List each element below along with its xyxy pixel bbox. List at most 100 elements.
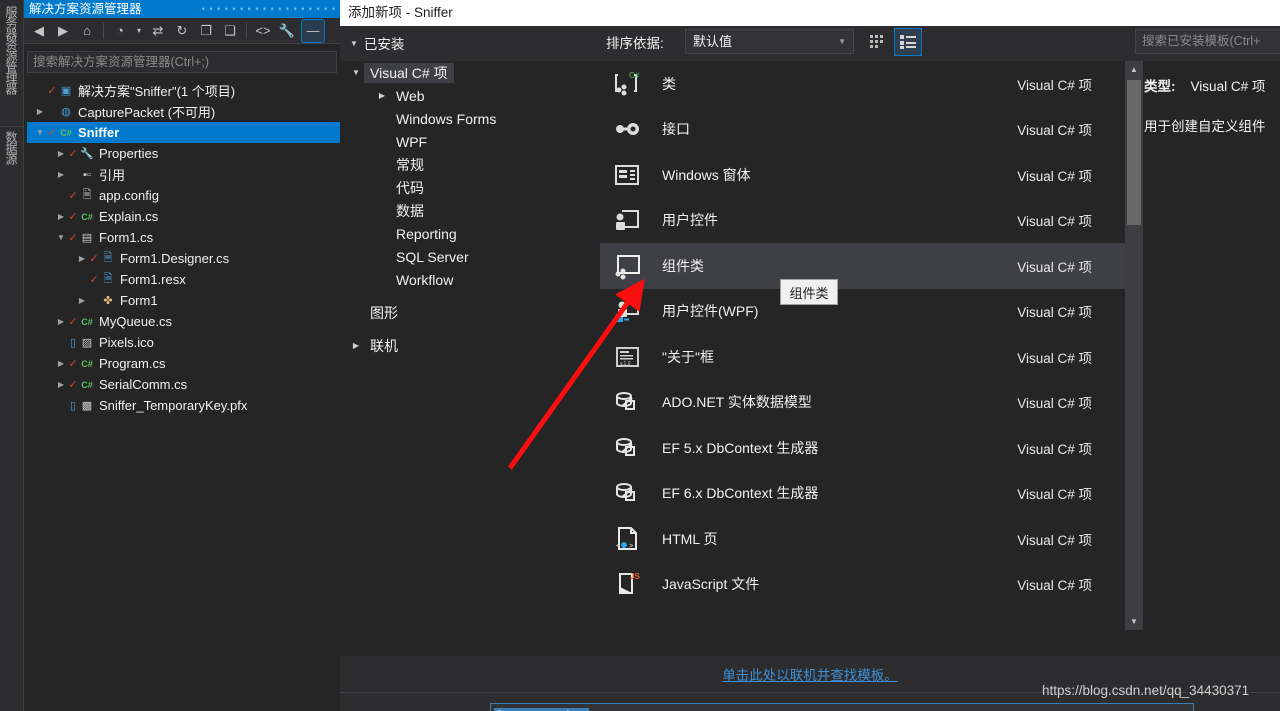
collapsed-arrow-icon[interactable]: ▶ [75, 254, 89, 263]
ef-dbcontext-icon [610, 432, 644, 464]
solution-tree-item[interactable]: ▶ ✤ Form1 [27, 290, 340, 311]
collapsed-arrow-icon[interactable]: ▶ [54, 359, 68, 368]
expanded-arrow-icon[interactable]: ▼ [33, 128, 47, 137]
template-list-item[interactable]: EF 5.x DbContext 生成器 Visual C# 项 [600, 425, 1134, 471]
solution-tree-item[interactable]: ▶ ✓ 🔧 Properties [27, 143, 340, 164]
checkmark-icon: ✓ [68, 190, 78, 202]
solution-tree-item[interactable]: ▶ ▪▫ 引用 [27, 164, 340, 185]
title-dots-decoration: • • • • • • • • • • • • • • • • • • [201, 4, 336, 14]
collapsed-arrow-icon[interactable]: ▶ [54, 170, 68, 179]
expanded-arrow-icon[interactable]: ▼ [348, 68, 364, 77]
file-type-icon: ▩ [81, 400, 93, 412]
template-list-item[interactable]: < > HTML 页 Visual C# 项 [600, 516, 1134, 562]
collapsed-arrow-icon[interactable]: ▶ [348, 341, 364, 350]
properties-icon[interactable]: 🔧 [276, 20, 298, 42]
solution-explorer-search-input[interactable]: 搜索解决方案资源管理器(Ctrl+;) [27, 51, 337, 73]
interface-icon [610, 113, 644, 145]
file-type-icon: ◍ [61, 106, 71, 118]
solution-tree-item-label: Pixels.ico [99, 335, 154, 350]
solution-tree-item[interactable]: ▼ ✓ ▤ Form1.cs [27, 227, 340, 248]
refresh-icon[interactable]: ↻ [171, 20, 193, 42]
template-list-scrollbar[interactable]: ▲ ▼ [1125, 61, 1143, 630]
home-icon[interactable]: ⌂ [76, 20, 98, 42]
solution-tree-item[interactable]: ✓ 🗎 app.config [27, 185, 340, 206]
collapsed-arrow-icon[interactable]: ▶ [75, 296, 89, 305]
scroll-up-arrow-icon[interactable]: ▲ [1125, 61, 1143, 78]
solution-tree-item[interactable]: ▶ ✓ C# Explain.cs [27, 206, 340, 227]
scroll-down-arrow-icon[interactable]: ▼ [1125, 613, 1143, 630]
category-item[interactable]: 常规 [340, 153, 600, 176]
collapsed-arrow-icon[interactable]: ▶ [54, 212, 68, 221]
category-item[interactable]: Reporting [340, 222, 600, 245]
category-item[interactable]: ▼ Visual C# 项 [340, 61, 600, 84]
category-item[interactable]: 图形 [340, 301, 600, 324]
view-code-icon[interactable]: <> [252, 20, 274, 42]
sync-icon[interactable]: ⇄ [147, 20, 169, 42]
solution-tree-item[interactable]: ✓ ▣ 解决方案"Sniffer"(1 个项目) [27, 80, 340, 101]
category-item[interactable]: SQL Server [340, 245, 600, 268]
category-item[interactable]: 代码 [340, 176, 600, 199]
collapsed-arrow-icon[interactable]: ▶ [374, 91, 390, 100]
chevron-down-icon: ▼ [838, 37, 846, 46]
template-list-item[interactable]: JS JavaScript 文件 Visual C# 项 [600, 562, 1134, 608]
forward-icon[interactable]: ▶ [52, 20, 74, 42]
grid-view-button[interactable] [865, 29, 891, 55]
template-list-item[interactable]: 用户控件 Visual C# 项 [600, 198, 1134, 244]
solution-tree-item[interactable]: ▯ ▩ Sniffer_TemporaryKey.pfx [27, 395, 340, 416]
interface-icon [616, 123, 639, 136]
sort-by-select[interactable]: 默认值 ▼ [685, 29, 854, 54]
solution-tree-item[interactable]: ▶ ✓ C# Program.cs [27, 353, 340, 374]
template-list-item[interactable]: v.1.0 "关于"框 Visual C# 项 [600, 334, 1134, 380]
search-installed-templates-input[interactable]: 搜索已安装模板(Ctrl+ [1135, 29, 1280, 54]
collapse-all-icon[interactable]: ❐ [195, 20, 217, 42]
collapsed-arrow-icon[interactable]: ▶ [33, 107, 47, 116]
category-item[interactable]: ▶ Web [340, 84, 600, 107]
template-name: 组件类 [662, 257, 704, 274]
category-item[interactable]: ▶ 联机 [340, 334, 600, 357]
chevron-down-icon[interactable]: ▾ [133, 20, 145, 42]
template-list-item[interactable]: ADO.NET 实体数据模型 Visual C# 项 [600, 380, 1134, 426]
class-icon: C# [610, 68, 644, 100]
list-view-button[interactable] [894, 28, 922, 56]
solution-tree-item[interactable]: ▶ ◍ CapturePacket (不可用) [27, 101, 340, 122]
solution-tree-item[interactable]: ▶ ✓ 🗎 Form1.Designer.cs [27, 248, 340, 269]
template-tooltip: 组件类 [780, 279, 838, 305]
solution-tree-item[interactable]: ▶ ✓ C# SerialComm.cs [27, 374, 340, 395]
category-item[interactable]: Windows Forms [340, 107, 600, 130]
solution-tree-item[interactable]: ▯ ▨ Pixels.ico [27, 332, 340, 353]
template-list-item[interactable]: 组件类 Visual C# 项 [600, 243, 1134, 289]
find-online-templates-link[interactable]: 单击此处以联机并查找模板。 [722, 664, 898, 684]
solution-tree-item-label: app.config [99, 188, 159, 203]
template-list-item[interactable]: Windows 窗体 Visual C# 项 [600, 152, 1134, 198]
category-item[interactable]: Workflow [340, 268, 600, 291]
show-all-files-icon[interactable]: ❑ [219, 20, 241, 42]
collapsed-arrow-icon[interactable]: ▶ [54, 149, 68, 158]
scrollbar-thumb[interactable] [1127, 80, 1141, 225]
solution-tree-item[interactable]: ▶ ✓ C# MyQueue.cs [27, 311, 340, 332]
solution-tree-item[interactable]: ▼ ✓ C# Sniffer [27, 122, 340, 143]
installed-section-header[interactable]: ▼ 已安装 [350, 31, 600, 55]
collapse-pane-icon[interactable]: — [301, 18, 325, 43]
checkmark-icon: ✓ [89, 274, 99, 286]
category-item[interactable]: WPF [340, 130, 600, 153]
category-item[interactable]: 数据 [340, 199, 600, 222]
collapsed-arrow-icon[interactable]: ▶ [54, 380, 68, 389]
file-type-icon: ▪▫ [83, 168, 91, 181]
vertical-tab-server-explorer[interactable]: 服务器资源管理器 [0, 2, 24, 120]
template-kind: Visual C# 项 [1017, 259, 1092, 275]
back-icon[interactable]: ◀ [28, 20, 50, 42]
collapsed-arrow-icon[interactable]: ▶ [54, 317, 68, 326]
template-list-item[interactable]: EF 6.x DbContext 生成器 Visual C# 项 [600, 471, 1134, 517]
template-categories-pane: ▼ Visual C# 项 ▶ Web Windows Forms WPF 常规 代码 数据 Re… [340, 61, 600, 656]
file-type-icon: 🗎 [82, 189, 92, 201]
name-input[interactable]: Component1.cs [490, 703, 1194, 711]
template-list-item[interactable]: 用户控件(WPF) Visual C# 项 [600, 289, 1134, 335]
template-list-item[interactable]: 接口 Visual C# 项 [600, 107, 1134, 153]
toolbar-separator [103, 22, 104, 39]
pending-changes-icon[interactable]: ◔ [109, 20, 131, 42]
solution-tree-item-label: 引用 [99, 168, 126, 183]
expanded-arrow-icon[interactable]: ▼ [54, 233, 68, 242]
template-list-item[interactable]: C# 类 Visual C# 项 [600, 61, 1134, 107]
solution-tree-item[interactable]: ✓ 🗎 Form1.resx [27, 269, 340, 290]
vertical-tab-data-sources[interactable]: 数据源 [0, 126, 24, 188]
